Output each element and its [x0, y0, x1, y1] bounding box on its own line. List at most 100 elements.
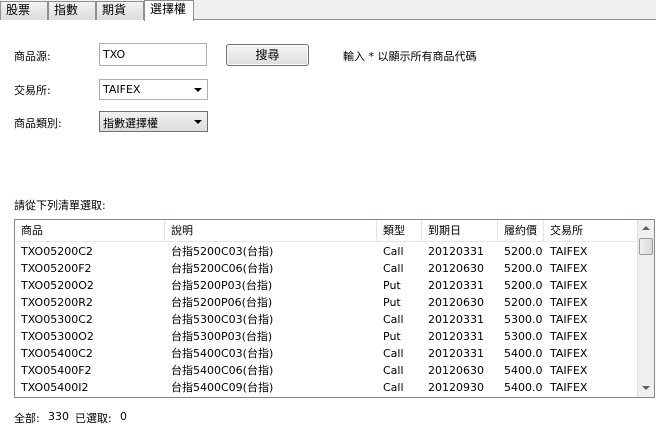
exchange-cell: TAIFEX — [550, 330, 588, 343]
exchange-cell: TAIFEX — [550, 313, 588, 326]
product-cell: TXO05200R2 — [21, 296, 93, 309]
category-value: 指數選擇權 — [103, 117, 158, 130]
type-cell: Call — [383, 347, 404, 360]
table-row[interactable]: TXO05400I2 台指5400C09(台指) Call 20120930 5400.… — [15, 379, 639, 396]
description-cell: 台指5300C03(台指) — [171, 313, 274, 326]
product-cell: TXO05200F2 — [21, 262, 92, 275]
tab-stocks[interactable]: 股票 — [0, 1, 48, 20]
strike-cell: 5200.0 — [504, 262, 543, 275]
description-cell: 台指5400C09(台指) — [171, 381, 274, 394]
strike-cell: 5200.0 — [504, 245, 543, 258]
table-row[interactable]: TXO05200R2 台指5200P06(台指) Put 20120630 5200.0… — [15, 294, 639, 311]
exchange-cell: TAIFEX — [550, 364, 588, 377]
description-cell: 台指5200P03(台指) — [171, 279, 273, 292]
table-row[interactable]: TXO05200O2 台指5200P03(台指) Put 20120331 5200.0… — [15, 277, 639, 294]
product-cell: TXO05400I2 — [21, 381, 89, 394]
tab-options[interactable]: 選擇權 — [144, 0, 194, 21]
scroll-down-button[interactable] — [638, 380, 654, 397]
search-hint: 輸入 * 以顯示所有商品代碼 — [343, 50, 477, 63]
table-row[interactable]: TXO05400C2 台指5400C03(台指) Call 20120331 5400.… — [15, 345, 639, 362]
exchange-label: 交易所: — [14, 84, 51, 97]
description-cell: 台指5200C06(台指) — [171, 262, 274, 275]
strike-cell: 5300.0 — [504, 313, 543, 326]
exchange-cell: TAIFEX — [550, 381, 588, 394]
exchange-value: TAIFEX — [103, 83, 141, 96]
category-label: 商品類別: — [14, 117, 62, 130]
source-input[interactable]: TXO — [99, 43, 207, 66]
expiry-cell: 20120630 — [428, 296, 484, 309]
type-cell: Call — [383, 313, 404, 326]
expiry-cell: 20120331 — [428, 279, 484, 292]
tab-indices[interactable]: 指數 — [48, 1, 96, 20]
table-row[interactable]: TXO05300C2 台指5300C03(台指) Call 20120331 5300.… — [15, 311, 639, 328]
strike-cell: 5400.0 — [504, 381, 543, 394]
chevron-down-icon — [194, 120, 202, 124]
strike-cell: 5200.0 — [504, 296, 543, 309]
strike-cell: 5300.0 — [504, 330, 543, 343]
tab-label: 選擇權 — [150, 2, 187, 16]
strike-cell: 5200.0 — [504, 279, 543, 292]
expiry-cell: 20120331 — [428, 347, 484, 360]
description-cell: 台指5300P03(台指) — [171, 330, 273, 343]
table-row[interactable]: TXO05200F2 台指5200C06(台指) Call 20120630 5200.… — [15, 260, 639, 277]
type-cell: Put — [383, 330, 401, 343]
description-cell: 台指5200C03(台指) — [171, 245, 274, 258]
category-dropdown[interactable]: 指數選擇權 — [99, 111, 208, 132]
tab-label: 期貨 — [102, 3, 127, 17]
total-label: 全部: — [14, 412, 40, 425]
scroll-up-button[interactable] — [638, 220, 654, 237]
tab-futures[interactable]: 期貨 — [96, 1, 144, 20]
column-header-exchange[interactable]: 交易所 — [544, 220, 639, 242]
exchange-dropdown[interactable]: TAIFEX — [99, 79, 208, 100]
selected-count: 0 — [120, 410, 127, 423]
expiry-cell: 20120630 — [428, 364, 484, 377]
column-header-strike[interactable]: 履約價 — [498, 220, 544, 242]
chevron-down-icon — [194, 88, 202, 92]
arrow-up-icon — [642, 226, 650, 230]
scroll-thumb[interactable] — [639, 238, 653, 255]
column-header-description[interactable]: 說明 — [165, 220, 377, 242]
type-cell: Call — [383, 364, 404, 377]
list-prompt: 請從下列清單選取: — [14, 199, 106, 212]
description-cell: 台指5400C03(台指) — [171, 347, 274, 360]
product-cell: TXO05400F2 — [21, 364, 92, 377]
table-row[interactable]: TXO05400F2 台指5400C06(台指) Call 20120630 5400.… — [15, 362, 639, 379]
column-header-expiry[interactable]: 到期日 — [422, 220, 498, 242]
exchange-cell: TAIFEX — [550, 296, 588, 309]
column-header-type[interactable]: 類型 — [377, 220, 422, 242]
description-cell: 台指5200P06(台指) — [171, 296, 273, 309]
product-list[interactable]: 商品 說明 類型 到期日 履約價 交易所 TXO05200C2 台指5200C03… — [14, 219, 655, 398]
expiry-cell: 20120331 — [428, 313, 484, 326]
expiry-cell: 20120331 — [428, 330, 484, 343]
tab-label: 指數 — [54, 3, 79, 17]
exchange-cell: TAIFEX — [550, 279, 588, 292]
source-label: 商品源: — [14, 50, 51, 63]
product-cell: TXO05200O2 — [21, 279, 94, 292]
column-header-product[interactable]: 商品 — [15, 220, 165, 242]
list-header: 商品 說明 類型 到期日 履約價 交易所 — [15, 220, 639, 242]
exchange-cell: TAIFEX — [550, 245, 588, 258]
product-cell: TXO05300C2 — [21, 313, 93, 326]
selected-label: 已選取: — [75, 412, 112, 425]
vertical-scrollbar[interactable] — [637, 220, 654, 397]
type-cell: Call — [383, 262, 404, 275]
type-cell: Call — [383, 245, 404, 258]
type-cell: Put — [383, 279, 401, 292]
expiry-cell: 20120630 — [428, 262, 484, 275]
tab-bar: 股票 指數 期貨 選擇權 — [0, 0, 656, 21]
product-cell: TXO05300O2 — [21, 330, 94, 343]
search-button[interactable]: 搜尋 — [226, 44, 309, 66]
exchange-cell: TAIFEX — [550, 347, 588, 360]
arrow-down-icon — [642, 386, 650, 390]
strike-cell: 5400.0 — [504, 364, 543, 377]
table-row[interactable]: TXO05200C2 台指5200C03(台指) Call 20120331 5200.… — [15, 243, 639, 260]
expiry-cell: 20120331 — [428, 245, 484, 258]
tab-label: 股票 — [6, 3, 31, 17]
type-cell: Call — [383, 381, 404, 394]
exchange-cell: TAIFEX — [550, 262, 588, 275]
type-cell: Put — [383, 296, 401, 309]
strike-cell: 5400.0 — [504, 347, 543, 360]
table-row[interactable]: TXO05300O2 台指5300P03(台指) Put 20120331 5300.0… — [15, 328, 639, 345]
product-cell: TXO05400C2 — [21, 347, 93, 360]
expiry-cell: 20120930 — [428, 381, 484, 394]
